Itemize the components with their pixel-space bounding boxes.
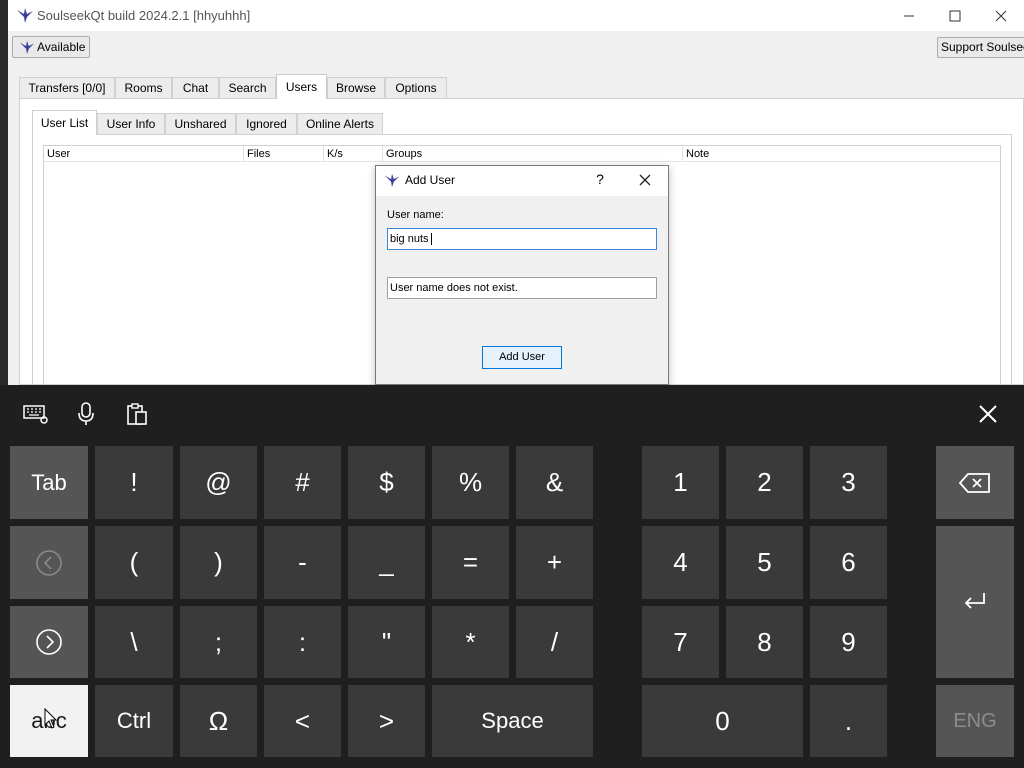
key-hash[interactable]: # [264,446,341,519]
status-message-field: User name does not exist. [387,277,657,299]
tab-ignored[interactable]: Ignored [236,113,297,134]
tab-chat[interactable]: Chat [172,77,219,98]
tab-user-list[interactable]: User List [32,110,97,135]
key-3[interactable]: 3 [810,446,887,519]
text-caret [430,233,432,246]
key-7[interactable]: 7 [642,606,719,678]
key-space[interactable]: Space [432,685,593,757]
key-omega[interactable]: Ω [180,685,257,757]
column-header-user[interactable]: User [44,146,244,162]
clipboard-icon [127,403,147,425]
key-tab[interactable]: Tab [10,446,88,519]
key-0[interactable]: 0 [642,685,803,757]
key-asterisk[interactable]: * [432,606,509,678]
key-arrow-left[interactable]: < [264,685,341,757]
status-label: Available [37,40,86,54]
key-backslash[interactable]: \ [95,606,173,678]
key-close-paren[interactable]: ) [180,526,257,599]
tab-unshared[interactable]: Unshared [165,113,236,134]
key-arrow-right[interactable]: > [348,685,425,757]
key-dollar[interactable]: $ [348,446,425,519]
soulseek-bird-icon [19,40,35,55]
close-icon [639,174,651,186]
key-ampersand[interactable]: & [516,446,593,519]
column-header-groups[interactable]: Groups [383,146,683,162]
circle-chevron-left-icon [36,549,62,576]
status-available-button[interactable]: Available [12,36,90,58]
key-cursor-right[interactable] [10,606,88,678]
soulseek-bird-icon [384,173,400,188]
username-label: User name: [387,209,444,221]
tab-search[interactable]: Search [219,77,276,98]
column-header-note[interactable]: Note [683,146,1000,162]
key-8[interactable]: 8 [726,606,803,678]
column-header-files[interactable]: Files [244,146,324,162]
key-9[interactable]: 9 [810,606,887,678]
username-input[interactable]: big nuts [387,228,657,250]
key-slash[interactable]: / [516,606,593,678]
key-semicolon[interactable]: ; [180,606,257,678]
key-backspace[interactable] [936,446,1014,519]
tab-options[interactable]: Options [385,77,447,98]
mouse-cursor-icon [44,708,58,729]
username-value: big nuts [390,233,429,245]
circle-chevron-right-icon [36,629,62,655]
close-icon [979,405,997,423]
close-icon [995,10,1007,21]
key-6[interactable]: 6 [810,526,887,599]
key-enter[interactable] [936,526,1014,678]
help-button[interactable]: ? [592,171,608,189]
key-exclamation[interactable]: ! [95,446,173,519]
backspace-icon [959,472,990,493]
tab-user-info[interactable]: User Info [97,113,165,134]
key-open-paren[interactable]: ( [95,526,173,599]
add-user-button[interactable]: Add User [482,346,562,369]
minimize-button[interactable] [886,0,932,31]
tab-rooms[interactable]: Rooms [115,77,172,98]
dialog-close-button[interactable] [634,169,656,191]
key-colon[interactable]: : [264,606,341,678]
dialog-title: Add User [405,173,456,187]
soulseek-bird-icon [17,8,33,23]
key-4[interactable]: 4 [642,526,719,599]
minimize-icon [904,15,914,16]
keyboard-settings-button[interactable] [22,400,50,428]
key-cursor-left[interactable] [10,526,88,599]
key-ctrl[interactable]: Ctrl [95,685,173,757]
clipboard-button[interactable] [123,400,151,428]
keyboard-settings-icon [23,405,48,424]
maximize-icon [949,10,961,21]
close-window-button[interactable] [978,0,1024,31]
header-divider [44,161,1000,162]
maximize-button[interactable] [932,0,978,31]
microphone-icon [78,402,94,425]
background-edge [0,0,8,385]
key-quote[interactable]: " [348,606,425,678]
tab-browse[interactable]: Browse [327,77,385,98]
support-soulseek-button[interactable]: Support Soulseek [937,37,1024,58]
key-language[interactable]: ENG [936,685,1014,757]
key-underscore[interactable]: _ [348,526,425,599]
key-plus[interactable]: + [516,526,593,599]
key-equals[interactable]: = [432,526,509,599]
microphone-button[interactable] [72,400,100,428]
key-hyphen[interactable]: - [264,526,341,599]
key-at[interactable]: @ [180,446,257,519]
key-period[interactable]: . [810,685,887,757]
key-5[interactable]: 5 [726,526,803,599]
tab-online-alerts[interactable]: Online Alerts [297,113,383,134]
tab-transfers[interactable]: Transfers [0/0] [19,77,115,98]
column-header-kps[interactable]: K/s [324,146,383,162]
enter-icon [964,593,985,609]
window-title: SoulseekQt build 2024.2.1 [hhyuhhh] [37,8,251,23]
close-keyboard-button[interactable] [974,400,1002,428]
tab-users[interactable]: Users [276,74,327,99]
key-2[interactable]: 2 [726,446,803,519]
key-percent[interactable]: % [432,446,509,519]
key-1[interactable]: 1 [642,446,719,519]
